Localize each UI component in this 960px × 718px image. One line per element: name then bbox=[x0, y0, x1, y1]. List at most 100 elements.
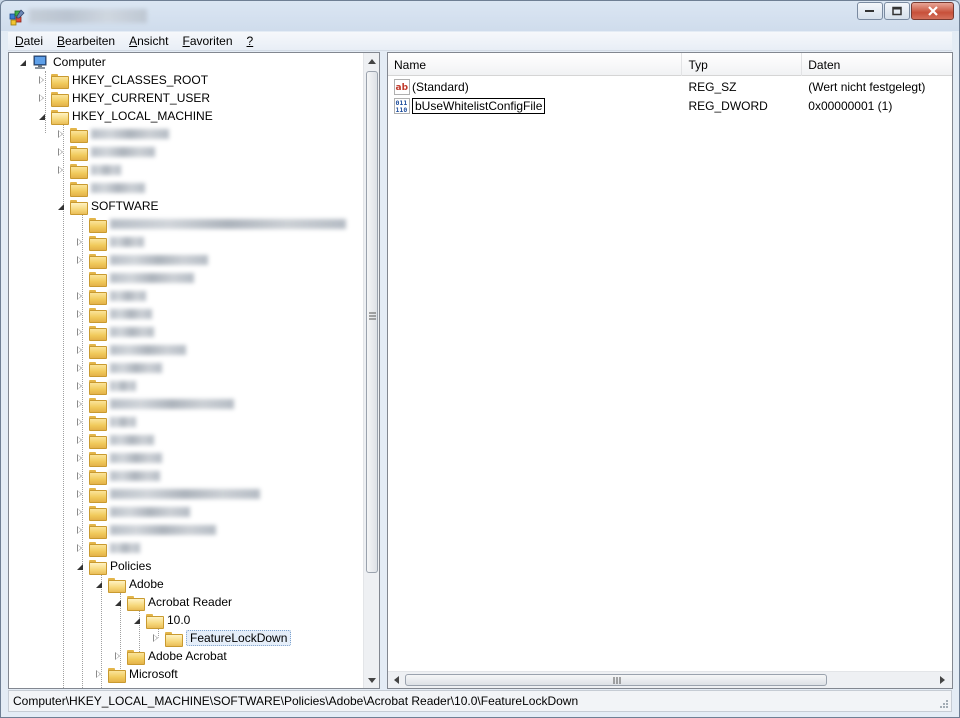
tree-item-redacted[interactable] bbox=[76, 359, 162, 377]
close-icon bbox=[927, 6, 938, 16]
key-tree[interactable]: Computer HKEY_CLASSES_ROOT HKEY_CURRENT_… bbox=[8, 52, 380, 689]
tree-item-hkcu[interactable]: HKEY_CURRENT_USER bbox=[38, 89, 210, 107]
tree-vertical-scrollbar[interactable] bbox=[363, 53, 379, 688]
collapse-arrow-icon[interactable] bbox=[38, 112, 47, 121]
expand-arrow-icon[interactable] bbox=[76, 488, 85, 499]
menu-bearbeiten[interactable]: Bearbeiten bbox=[50, 32, 122, 50]
column-header-type[interactable]: Typ bbox=[682, 53, 803, 76]
tree-item-redacted[interactable] bbox=[57, 161, 121, 179]
tree-item-redacted[interactable] bbox=[57, 125, 169, 143]
tree-item-policies[interactable]: Policies bbox=[76, 557, 151, 575]
tree-item-hkcr[interactable]: HKEY_CLASSES_ROOT bbox=[38, 71, 208, 89]
tree-item-redacted[interactable] bbox=[76, 305, 152, 323]
column-header-data[interactable]: Daten bbox=[802, 53, 952, 76]
expand-arrow-icon[interactable] bbox=[76, 344, 85, 355]
tree-item-redacted[interactable] bbox=[76, 467, 160, 485]
folder-icon bbox=[89, 415, 107, 431]
list-horizontal-scrollbar[interactable] bbox=[388, 671, 952, 688]
expand-arrow-icon[interactable] bbox=[57, 164, 66, 175]
expand-arrow-icon[interactable] bbox=[57, 128, 66, 139]
expand-arrow-icon[interactable] bbox=[38, 74, 47, 85]
tree-item-microsoft[interactable]: Microsoft bbox=[95, 665, 178, 683]
tree-item-redacted[interactable] bbox=[76, 233, 144, 251]
tree-item-redacted[interactable] bbox=[76, 269, 194, 287]
folder-icon bbox=[89, 289, 107, 305]
collapse-arrow-icon[interactable] bbox=[133, 616, 142, 625]
collapse-arrow-icon[interactable] bbox=[57, 202, 66, 211]
collapse-arrow-icon[interactable] bbox=[95, 580, 104, 589]
tree-item-redacted[interactable] bbox=[76, 287, 146, 305]
tree-item-redacted[interactable] bbox=[76, 413, 136, 431]
menu-datei[interactable]: Datei bbox=[8, 32, 50, 50]
expand-arrow-icon[interactable] bbox=[152, 632, 161, 643]
column-header-name[interactable]: Name bbox=[388, 53, 683, 76]
tree-item-redacted[interactable] bbox=[76, 377, 136, 395]
expand-arrow-icon[interactable] bbox=[76, 470, 85, 481]
expand-arrow-icon[interactable] bbox=[76, 362, 85, 373]
expand-arrow-icon[interactable] bbox=[76, 290, 85, 301]
tree-item-acrobat-reader[interactable]: Acrobat Reader bbox=[114, 593, 232, 611]
expand-arrow-icon[interactable] bbox=[76, 326, 85, 337]
collapse-arrow-icon[interactable] bbox=[114, 598, 123, 607]
expand-arrow-icon[interactable] bbox=[76, 434, 85, 445]
tree-item-redacted[interactable] bbox=[76, 539, 140, 557]
values-list[interactable]: Name Typ Daten ab (Standard) REG_SZ (Wer… bbox=[387, 52, 953, 689]
tree-item-adobe[interactable]: Adobe bbox=[95, 575, 164, 593]
tree-item-computer[interactable]: Computer bbox=[19, 53, 106, 71]
tree-item-redacted[interactable] bbox=[76, 251, 208, 269]
scroll-up-arrow[interactable] bbox=[364, 53, 379, 69]
expand-arrow-icon[interactable] bbox=[76, 506, 85, 517]
tree-item-featurelockdown[interactable]: FeatureLockDown bbox=[152, 629, 292, 647]
tree-item-redacted[interactable] bbox=[76, 521, 216, 539]
expand-arrow-icon[interactable] bbox=[76, 452, 85, 463]
expand-arrow-icon[interactable] bbox=[76, 524, 85, 535]
pane-splitter[interactable] bbox=[381, 52, 386, 689]
collapse-arrow-icon[interactable] bbox=[76, 562, 85, 571]
scroll-right-arrow[interactable] bbox=[934, 672, 950, 688]
redacted-key-name bbox=[91, 183, 145, 193]
tree-item-redacted[interactable] bbox=[76, 485, 260, 503]
expand-arrow-icon[interactable] bbox=[76, 236, 85, 247]
expand-arrow-icon[interactable] bbox=[95, 668, 104, 679]
tree-item-redacted[interactable] bbox=[76, 341, 186, 359]
scrollbar-thumb[interactable] bbox=[366, 71, 378, 573]
expand-arrow-icon[interactable] bbox=[76, 416, 85, 427]
redacted-key-name bbox=[110, 507, 190, 517]
expand-arrow-icon[interactable] bbox=[76, 254, 85, 265]
tree-item-redacted[interactable] bbox=[57, 143, 155, 161]
expand-arrow-icon[interactable] bbox=[76, 308, 85, 319]
tree-item-version[interactable]: 10.0 bbox=[133, 611, 190, 629]
scroll-down-arrow[interactable] bbox=[364, 672, 379, 688]
tree-item-adobe-acrobat[interactable]: Adobe Acrobat bbox=[114, 647, 227, 665]
table-row[interactable]: ab (Standard) REG_SZ (Wert nicht festgel… bbox=[388, 77, 952, 96]
tree-item-redacted[interactable] bbox=[76, 323, 154, 341]
tree-item-redacted[interactable] bbox=[76, 503, 190, 521]
tree-item-redacted[interactable] bbox=[76, 215, 346, 233]
resize-grip-icon[interactable] bbox=[939, 699, 949, 709]
collapse-arrow-icon[interactable] bbox=[19, 58, 28, 67]
close-button[interactable] bbox=[911, 2, 954, 20]
expand-arrow-icon[interactable] bbox=[76, 398, 85, 409]
title-bar[interactable] bbox=[1, 1, 959, 31]
expand-arrow-icon[interactable] bbox=[76, 380, 85, 391]
folder-icon bbox=[89, 523, 107, 539]
menu-favoriten[interactable]: Favoriten bbox=[175, 32, 239, 50]
scrollbar-thumb[interactable] bbox=[405, 674, 827, 686]
value-name-edit-field[interactable]: bUseWhitelistConfigFile bbox=[412, 97, 546, 114]
expand-arrow-icon[interactable] bbox=[57, 146, 66, 157]
tree-item-redacted[interactable] bbox=[57, 179, 145, 197]
menu-ansicht[interactable]: Ansicht bbox=[122, 32, 175, 50]
minimize-button[interactable] bbox=[857, 2, 883, 20]
expand-arrow-icon[interactable] bbox=[76, 542, 85, 553]
tree-item-hklm[interactable]: HKEY_LOCAL_MACHINE bbox=[38, 107, 213, 125]
menu-help[interactable]: ? bbox=[240, 32, 261, 50]
table-row[interactable]: 011 110 bUseWhitelistConfigFile REG_DWOR… bbox=[388, 96, 952, 115]
tree-item-redacted[interactable] bbox=[76, 395, 234, 413]
maximize-button[interactable] bbox=[884, 2, 910, 20]
expand-arrow-icon[interactable] bbox=[114, 650, 123, 661]
tree-item-software[interactable]: SOFTWARE bbox=[57, 197, 159, 215]
tree-item-redacted[interactable] bbox=[76, 431, 154, 449]
expand-arrow-icon[interactable] bbox=[38, 92, 47, 103]
tree-item-redacted[interactable] bbox=[76, 449, 162, 467]
scroll-left-arrow[interactable] bbox=[388, 672, 404, 688]
